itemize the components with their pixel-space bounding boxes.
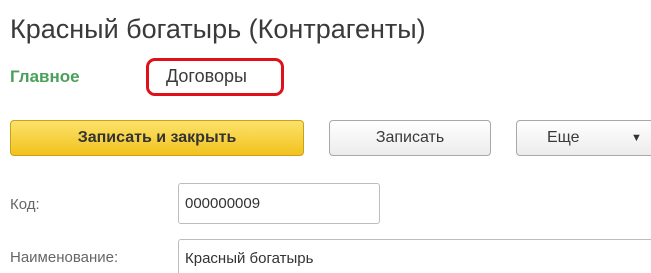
save-label: Записать	[375, 129, 445, 146]
more-label: Еще	[547, 129, 580, 146]
highlight-annotation	[146, 58, 284, 96]
name-label: Наименование:	[10, 249, 119, 266]
code-label: Код:	[10, 196, 40, 213]
name-field[interactable]	[178, 239, 651, 273]
save-and-close-label: Записать и закрыть	[77, 129, 237, 146]
form-title: Красный богатырь (Контрагенты)	[10, 14, 426, 44]
tab-main[interactable]: Главное	[10, 67, 80, 87]
save-button[interactable]: Записать	[329, 120, 491, 156]
counterparty-form: Красный богатырь (Контрагенты) Главное Д…	[0, 0, 651, 273]
chevron-down-icon: ▼	[631, 132, 642, 144]
code-field[interactable]	[178, 183, 380, 224]
more-menu-button[interactable]: Еще ▼	[516, 120, 651, 156]
save-and-close-button[interactable]: Записать и закрыть	[10, 120, 304, 156]
